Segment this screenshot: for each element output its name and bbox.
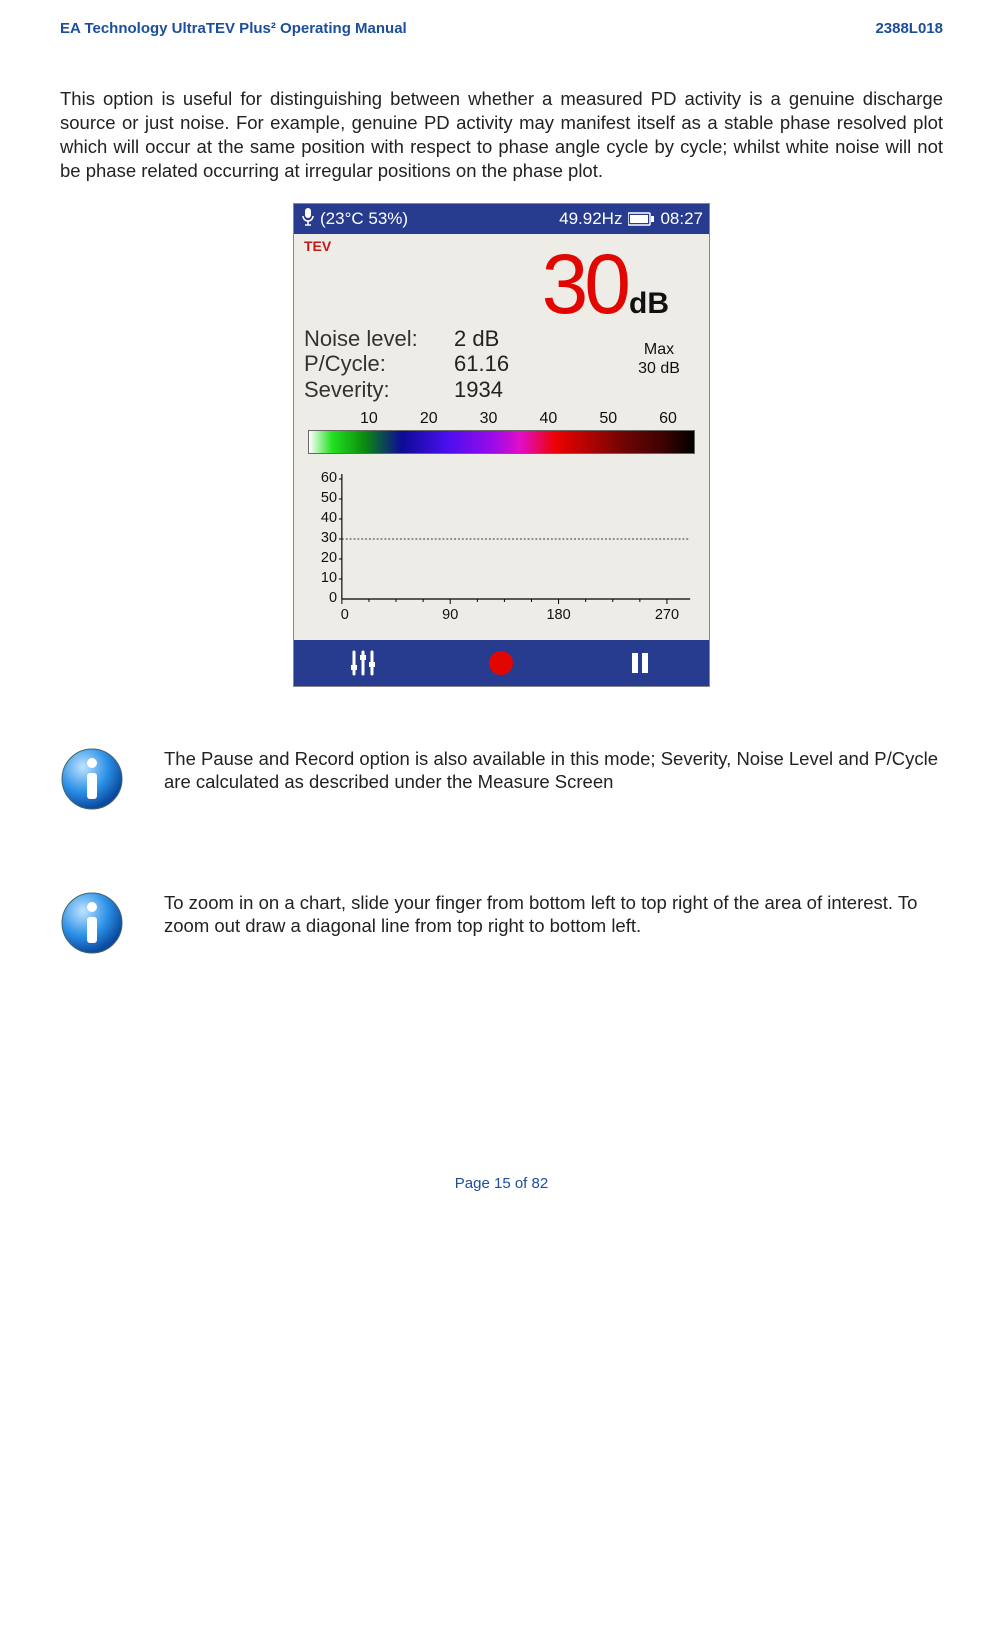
severity-value: 1934 (454, 377, 503, 402)
info-icon (60, 891, 124, 955)
ytick: 30 (321, 530, 337, 546)
intro-paragraph: This option is useful for distinguishing… (60, 87, 943, 183)
ytick: 0 (329, 590, 337, 606)
spectrum-tick: 40 (539, 410, 557, 428)
spectrum-gradient-bar (308, 430, 695, 454)
reading-value: 30 (542, 237, 627, 331)
ytick: 50 (321, 490, 337, 506)
severity-label: Severity: (304, 377, 454, 402)
max-value: 30 dB (619, 359, 699, 378)
phase-plot[interactable]: 60 50 40 30 20 10 0 (308, 464, 695, 634)
spectrum-tick: 20 (420, 410, 438, 428)
page-header: EA Technology UltraTEV Plus² Operating M… (60, 20, 943, 37)
pcycle-value: 61.16 (454, 351, 509, 376)
status-time: 08:27 (660, 209, 703, 229)
spectrum-tick: 30 (480, 410, 498, 428)
device-controls (294, 640, 709, 686)
info-note-1: The Pause and Record option is also avai… (60, 747, 943, 811)
max-label: Max (619, 340, 699, 359)
spectrum-tick: 50 (599, 410, 617, 428)
device-screenshot: (23°C 53%) 49.92Hz 08:27 TEV 30dB Noise … (293, 203, 710, 687)
ytick: 60 (321, 470, 337, 486)
ytick: 20 (321, 550, 337, 566)
xtick: 180 (546, 607, 570, 623)
microphone-icon (300, 207, 316, 232)
pause-button[interactable] (621, 648, 659, 678)
page-footer: Page 15 of 82 (60, 1175, 943, 1192)
xtick: 0 (341, 607, 349, 623)
pcycle-label: P/Cycle: (304, 351, 454, 376)
noise-value: 2 dB (454, 326, 499, 351)
info-note-2-text: To zoom in on a chart, slide your finger… (164, 891, 943, 937)
xtick: 90 (442, 607, 458, 623)
ytick: 40 (321, 510, 337, 526)
header-left: EA Technology UltraTEV Plus² Operating M… (60, 20, 407, 37)
max-block: Max 30 dB (619, 326, 699, 402)
info-note-1-text: The Pause and Record option is also avai… (164, 747, 943, 793)
spectrum-scale: 10 20 30 40 50 60 (304, 410, 699, 454)
ytick: 10 (321, 570, 337, 586)
battery-icon (628, 212, 654, 226)
noise-label: Noise level: (304, 326, 454, 351)
record-button[interactable] (482, 648, 520, 678)
status-frequency: 49.92Hz (559, 209, 622, 229)
device-status-bar: (23°C 53%) 49.92Hz 08:27 (294, 204, 709, 234)
xtick: 270 (655, 607, 679, 623)
spectrum-tick: 10 (360, 410, 378, 428)
status-env: (23°C 53%) (320, 209, 408, 229)
info-icon (60, 747, 124, 811)
main-reading: 30dB (304, 242, 699, 326)
spectrum-tick: 60 (659, 410, 677, 428)
reading-unit: dB (627, 287, 669, 320)
info-note-2: To zoom in on a chart, slide your finger… (60, 891, 943, 955)
stats-block: Noise level:2 dB P/Cycle:61.16 Severity:… (304, 326, 619, 402)
header-right: 2388L018 (875, 20, 943, 37)
settings-sliders-icon[interactable] (344, 648, 382, 678)
